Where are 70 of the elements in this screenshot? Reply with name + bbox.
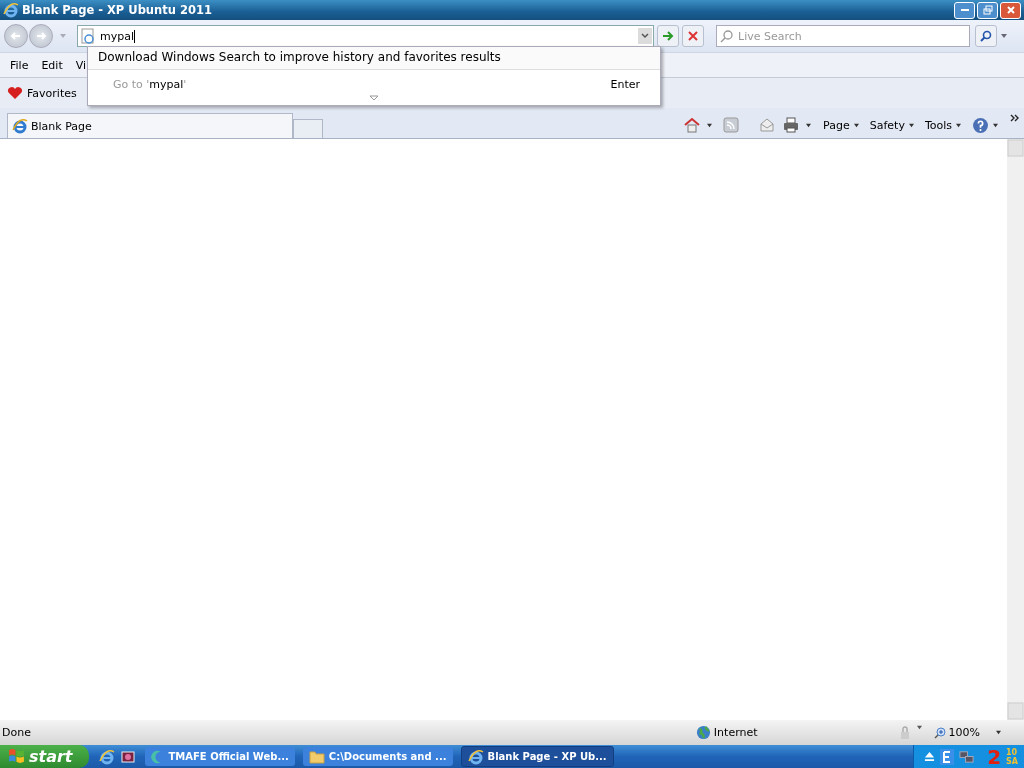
clock-hour: 2 [987,746,1002,767]
caret-icon[interactable] [805,123,813,128]
ie-logo-icon[interactable] [98,748,115,765]
folder-icon [308,749,325,764]
go-button[interactable] [657,25,679,47]
minimize-button[interactable] [954,1,975,19]
close-button[interactable] [1000,1,1021,19]
help-icon [972,116,989,134]
favorites-button[interactable]: Favorites [3,84,81,102]
caret-icon[interactable] [638,28,652,44]
windows-flag-icon [8,748,25,765]
ie-logo-icon [3,2,19,18]
feed-icon[interactable] [723,117,740,133]
close-icon [1005,5,1016,15]
keyboard-layout-icon[interactable] [940,748,955,765]
caret-icon[interactable] [706,123,714,128]
left-arrow-icon [10,30,22,42]
close-icon [687,30,699,42]
search-field[interactable]: Live Search [716,25,970,47]
chevron-icon[interactable] [1010,114,1020,122]
forward-button[interactable] [29,24,53,48]
minimize-icon [960,9,969,11]
taskbar-button[interactable]: C:\Documents and ... [302,747,453,766]
menu-item[interactable]: File [4,58,36,72]
taskbar-button[interactable]: Blank Page - XP Ub... [460,746,614,767]
caret-icon [955,122,962,128]
zoom-button[interactable]: 100% [931,726,982,739]
search-icon [720,29,734,43]
page-icon [80,28,96,44]
caret-icon[interactable] [915,725,923,730]
menu-item[interactable]: Edit [35,58,70,72]
desktop-icon[interactable] [120,750,135,763]
security-zone: Internet [713,726,758,739]
restore-button[interactable] [977,1,998,19]
search-icon [980,30,992,42]
zoom-icon [933,726,946,739]
printer-icon[interactable] [783,117,800,133]
network-icon[interactable] [959,749,975,764]
restore-icon [982,5,993,15]
ie-logo-icon [467,748,484,765]
windows-search-link[interactable]: Download Windows Search to improve history and favorites results [88,47,660,70]
heart-icon [7,86,23,100]
command-menu[interactable]: Page [818,114,865,136]
expand-icon[interactable] [369,95,379,101]
command-menu[interactable]: Tools [919,114,967,136]
back-button[interactable] [4,24,28,48]
caret-icon[interactable] [995,730,1002,735]
caret-icon [907,122,915,128]
home-icon[interactable] [684,117,701,133]
mail-icon[interactable] [759,117,776,133]
status-text: Done [2,726,31,739]
caret-icon [992,122,999,128]
globe-icon [695,725,711,740]
address-field[interactable]: mypal [77,25,654,47]
eject-icon[interactable] [924,751,936,762]
taskbar-button[interactable]: TMAFE Official Web... [144,747,295,766]
caret-icon [852,122,860,128]
search-button[interactable] [975,25,997,47]
ie-logo-icon [12,118,28,134]
caret-icon[interactable] [1000,33,1008,39]
browser-tab[interactable]: Blank Page [7,113,293,138]
vertical-scrollbar[interactable] [1007,139,1024,720]
stop-button[interactable] [682,25,704,47]
right-arrow-icon [662,30,674,42]
go-to-suggestion[interactable]: Go to 'mypal' Enter [88,70,660,91]
command-menu[interactable]: Safety [864,114,920,136]
clock-period: SA [1006,756,1018,766]
window-title: Blank Page - XP Ubuntu 2011 [22,3,212,17]
right-arrow-icon [35,30,47,42]
clock-minute: 10 [1006,747,1018,757]
